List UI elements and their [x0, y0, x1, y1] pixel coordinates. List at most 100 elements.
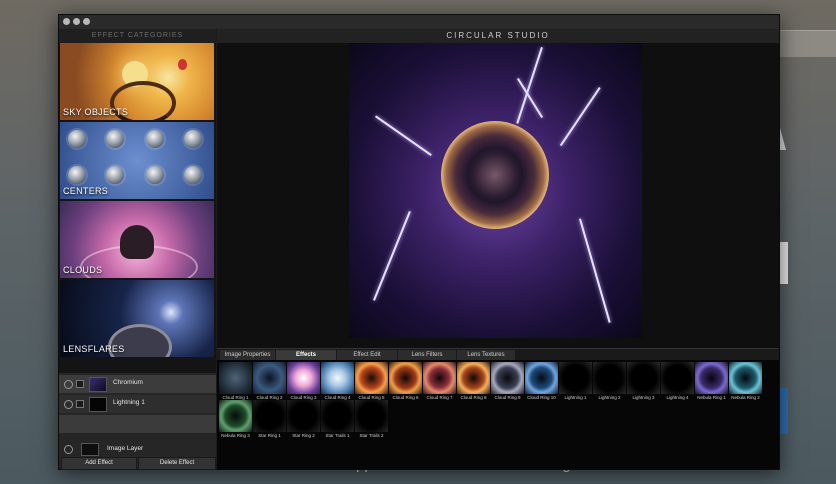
layer-checkbox[interactable] — [76, 380, 84, 388]
close-window-button[interactable] — [63, 18, 70, 25]
effect-label: Star Ring 2 — [292, 433, 315, 438]
preview-image[interactable] — [349, 43, 642, 338]
effect-label: Cloud Ring 10 — [527, 395, 556, 400]
effect-preview-image — [321, 400, 354, 432]
title-bar — [59, 15, 779, 30]
layer-thumbnail — [89, 397, 107, 412]
planet-center-graphic — [467, 147, 523, 203]
layer-buttons: Add Effect Delete Effect — [59, 457, 216, 470]
effect-label: Lightning 3 — [632, 395, 655, 400]
lightning-bolt — [579, 218, 611, 323]
effect-preview-image — [661, 362, 694, 394]
lightning-bolt — [559, 87, 601, 147]
effect-label: Star Ring 1 — [258, 433, 281, 438]
visibility-eye-icon[interactable] — [64, 400, 73, 409]
effect-preview-image — [253, 400, 286, 432]
effect-thumbnail[interactable]: Star Ring 2 — [287, 400, 320, 440]
effect-preview-image — [287, 362, 320, 394]
app-title: CIRCULAR STUDIO — [217, 29, 779, 43]
category-label: SKY OBJECTS — [63, 107, 129, 117]
effect-thumbnail[interactable]: Nebula Ring 2 — [729, 362, 762, 402]
category-label: CLOUDS — [63, 265, 103, 275]
layer-name: Lightning 1 — [113, 399, 145, 406]
effect-thumbnail[interactable]: Cloud Ring 1 — [219, 362, 252, 402]
image-layer-thumbnail — [81, 443, 99, 456]
effect-thumbnail[interactable]: Lightning 4 — [661, 362, 694, 402]
visibility-eye-icon[interactable] — [64, 445, 73, 454]
visibility-eye-icon[interactable] — [64, 380, 73, 389]
effect-thumbnail[interactable]: Nebula Ring 1 — [695, 362, 728, 402]
effect-label: Nebula Ring 2 — [731, 395, 760, 400]
effect-thumbnail[interactable]: Cloud Ring 6 — [389, 362, 422, 402]
effect-thumbnail[interactable]: Lightning 1 — [559, 362, 592, 402]
effects-grid: Cloud Ring 1 Cloud Ring 2 Cloud Ring 3 C… — [217, 360, 779, 469]
background-app-icon — [780, 388, 788, 434]
image-layer-row[interactable]: Image Layer — [59, 443, 216, 456]
background-window-edge — [778, 30, 836, 57]
effect-thumbnail[interactable]: Cloud Ring 4 — [321, 362, 354, 402]
effect-preview-image — [321, 362, 354, 394]
center-thumbnail — [146, 166, 164, 184]
delete-effect-button[interactable]: Delete Effect — [138, 457, 216, 470]
center-thumbnail — [68, 166, 86, 184]
effect-preview-image — [457, 362, 490, 394]
effect-thumbnail[interactable]: Lightning 2 — [593, 362, 626, 402]
effect-thumbnail[interactable]: Cloud Ring 9 — [491, 362, 524, 402]
center-thumbnail — [184, 130, 202, 148]
layers-panel: Chromium Lightning 1 Image Layer Add Eff… — [59, 373, 216, 470]
effect-label: Cloud Ring 9 — [494, 395, 521, 400]
center-thumbnail — [106, 130, 124, 148]
effect-label: Cloud Ring 6 — [392, 395, 419, 400]
effect-label: Cloud Ring 8 — [460, 395, 487, 400]
layer-row[interactable]: Chromium — [59, 375, 216, 393]
effect-label: Cloud Ring 7 — [426, 395, 453, 400]
center-thumbnail — [184, 166, 202, 184]
layer-thumbnail — [89, 377, 107, 392]
effect-categories-panel: EFFECT CATEGORIES SKY OBJECTS CENTERS CL… — [59, 29, 216, 470]
category-centers[interactable]: CENTERS — [60, 122, 214, 199]
zoom-window-button[interactable] — [83, 18, 90, 25]
effect-label: Lightning 4 — [666, 395, 689, 400]
effect-label: Lightning 2 — [598, 395, 621, 400]
balloon-graphic — [178, 59, 187, 70]
category-clouds[interactable]: CLOUDS — [60, 201, 214, 278]
effect-thumbnail[interactable]: Cloud Ring 7 — [423, 362, 456, 402]
effect-thumbnail[interactable]: Star Trails 1 — [321, 400, 354, 440]
effect-preview-image — [389, 362, 422, 394]
add-effect-button[interactable]: Add Effect — [61, 457, 137, 470]
effect-thumbnail[interactable]: Nebula Ring 3 — [219, 400, 252, 440]
effect-label: Lightning 1 — [564, 395, 587, 400]
preview-canvas-area — [217, 43, 779, 348]
center-thumbnail — [106, 166, 124, 184]
effect-thumbnail[interactable]: Cloud Ring 5 — [355, 362, 388, 402]
effect-preview-image — [559, 362, 592, 394]
empty-layer-row — [59, 415, 216, 433]
layer-row[interactable]: Lightning 1 — [59, 395, 216, 413]
app-window: EFFECT CATEGORIES SKY OBJECTS CENTERS CL… — [58, 14, 780, 470]
layer-name: Chromium — [113, 379, 143, 386]
effect-categories-header: EFFECT CATEGORIES — [59, 29, 216, 43]
category-label: LENSFLARES — [63, 344, 125, 354]
center-thumbnail — [146, 130, 164, 148]
category-sky-objects[interactable]: SKY OBJECTS — [60, 43, 214, 120]
effect-thumbnail[interactable]: Star Ring 1 — [253, 400, 286, 440]
lightning-bolt — [375, 115, 432, 157]
minimize-window-button[interactable] — [73, 18, 80, 25]
effect-preview-image — [695, 362, 728, 394]
effect-preview-image — [355, 362, 388, 394]
effect-preview-image — [423, 362, 456, 394]
effect-thumbnail[interactable]: Cloud Ring 2 — [253, 362, 286, 402]
effect-thumbnail[interactable]: Cloud Ring 10 — [525, 362, 558, 402]
center-thumbnail — [68, 130, 86, 148]
effect-thumbnail[interactable]: Cloud Ring 3 — [287, 362, 320, 402]
effect-label: Star Trails 2 — [359, 433, 384, 438]
effect-preview-image — [287, 400, 320, 432]
lightning-bolt — [373, 211, 411, 301]
effect-label: Star Trails 1 — [325, 433, 350, 438]
category-lensflares[interactable]: LENSFLARES — [60, 280, 214, 357]
effect-thumbnail[interactable]: Cloud Ring 8 — [457, 362, 490, 402]
effect-thumbnail[interactable]: Lightning 3 — [627, 362, 660, 402]
layer-checkbox[interactable] — [76, 400, 84, 408]
effect-thumbnail[interactable]: Star Trails 2 — [355, 400, 388, 440]
effect-preview-image — [729, 362, 762, 394]
